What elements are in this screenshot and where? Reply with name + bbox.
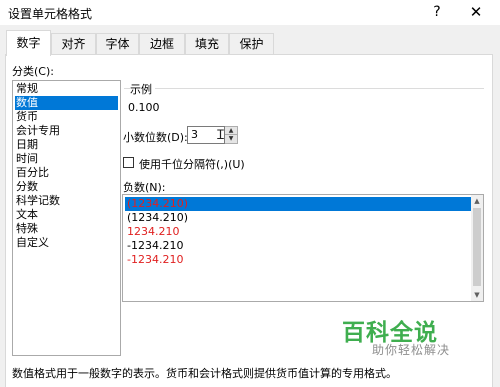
spin-up-icon[interactable]: ▲ [225, 127, 237, 135]
negative-item[interactable]: -1234.210 [125, 253, 471, 267]
negative-numbers-list[interactable]: (1234.210) (1234.210) 1234.210 -1234.210… [122, 194, 484, 302]
sample-group [124, 88, 484, 122]
watermark-subtitle: 助你轻松解决 [372, 343, 451, 357]
tab-fill[interactable]: 填充 [185, 33, 229, 55]
sample-value: 0.100 [128, 101, 160, 114]
category-item[interactable]: 货币 [15, 110, 118, 124]
thousands-separator-checkbox[interactable] [123, 157, 134, 168]
sample-legend: 示例 [130, 81, 155, 97]
category-item[interactable]: 日期 [15, 138, 118, 152]
category-list[interactable]: 常规 数值 货币 会计专用 日期 时间 百分比 分数 科学记数 文本 特殊 自定… [12, 80, 121, 356]
category-item[interactable]: 分数 [15, 180, 118, 194]
category-item[interactable]: 会计专用 [15, 124, 118, 138]
scroll-down-icon[interactable]: ▼ [471, 289, 483, 301]
tab-font[interactable]: 字体 [96, 33, 139, 55]
decimal-places-spinner[interactable]: ▲ ▼ [225, 126, 238, 144]
category-item[interactable]: 时间 [15, 152, 118, 166]
category-item[interactable]: 文本 [15, 208, 118, 222]
help-button[interactable]: ? [422, 2, 452, 23]
negative-list-scrollbar[interactable]: ▲ ▼ [471, 195, 483, 301]
tab-protection[interactable]: 保护 [229, 33, 274, 55]
negative-item-selected[interactable]: (1234.210) [125, 197, 471, 211]
title-bar: 设置单元格格式 ? ✕ [0, 0, 500, 25]
category-label: 分类(C): [12, 65, 54, 78]
category-item[interactable]: 特殊 [15, 222, 118, 236]
scroll-up-icon[interactable]: ▲ [471, 195, 483, 207]
decimal-places-label: 小数位数(D): [123, 131, 188, 144]
category-item[interactable]: 百分比 [15, 166, 118, 180]
scroll-thumb[interactable] [473, 208, 481, 286]
spin-down-icon[interactable]: ▼ [225, 135, 237, 143]
category-item[interactable]: 科学记数 [15, 194, 118, 208]
negative-item[interactable]: -1234.210 [125, 239, 471, 253]
tab-number[interactable]: 数字 [6, 30, 51, 56]
close-button[interactable]: ✕ [460, 2, 492, 23]
negative-item[interactable]: (1234.210) [125, 211, 471, 225]
tab-border[interactable]: 边框 [139, 33, 185, 55]
category-item-selected[interactable]: 数值 [15, 96, 118, 110]
category-item[interactable]: 常规 [15, 82, 118, 96]
window-title: 设置单元格格式 [8, 7, 93, 21]
thousands-separator-label: 使用千位分隔符(,)(U) [139, 158, 245, 171]
category-item[interactable]: 自定义 [15, 236, 118, 250]
negative-item[interactable]: 1234.210 [125, 225, 471, 239]
negative-numbers-label: 负数(N): [123, 181, 166, 194]
format-description: 数值格式用于一般数字的表示。货币和会计格式则提供货币值计算的专用格式。 [12, 367, 397, 380]
tab-alignment[interactable]: 对齐 [51, 33, 96, 55]
